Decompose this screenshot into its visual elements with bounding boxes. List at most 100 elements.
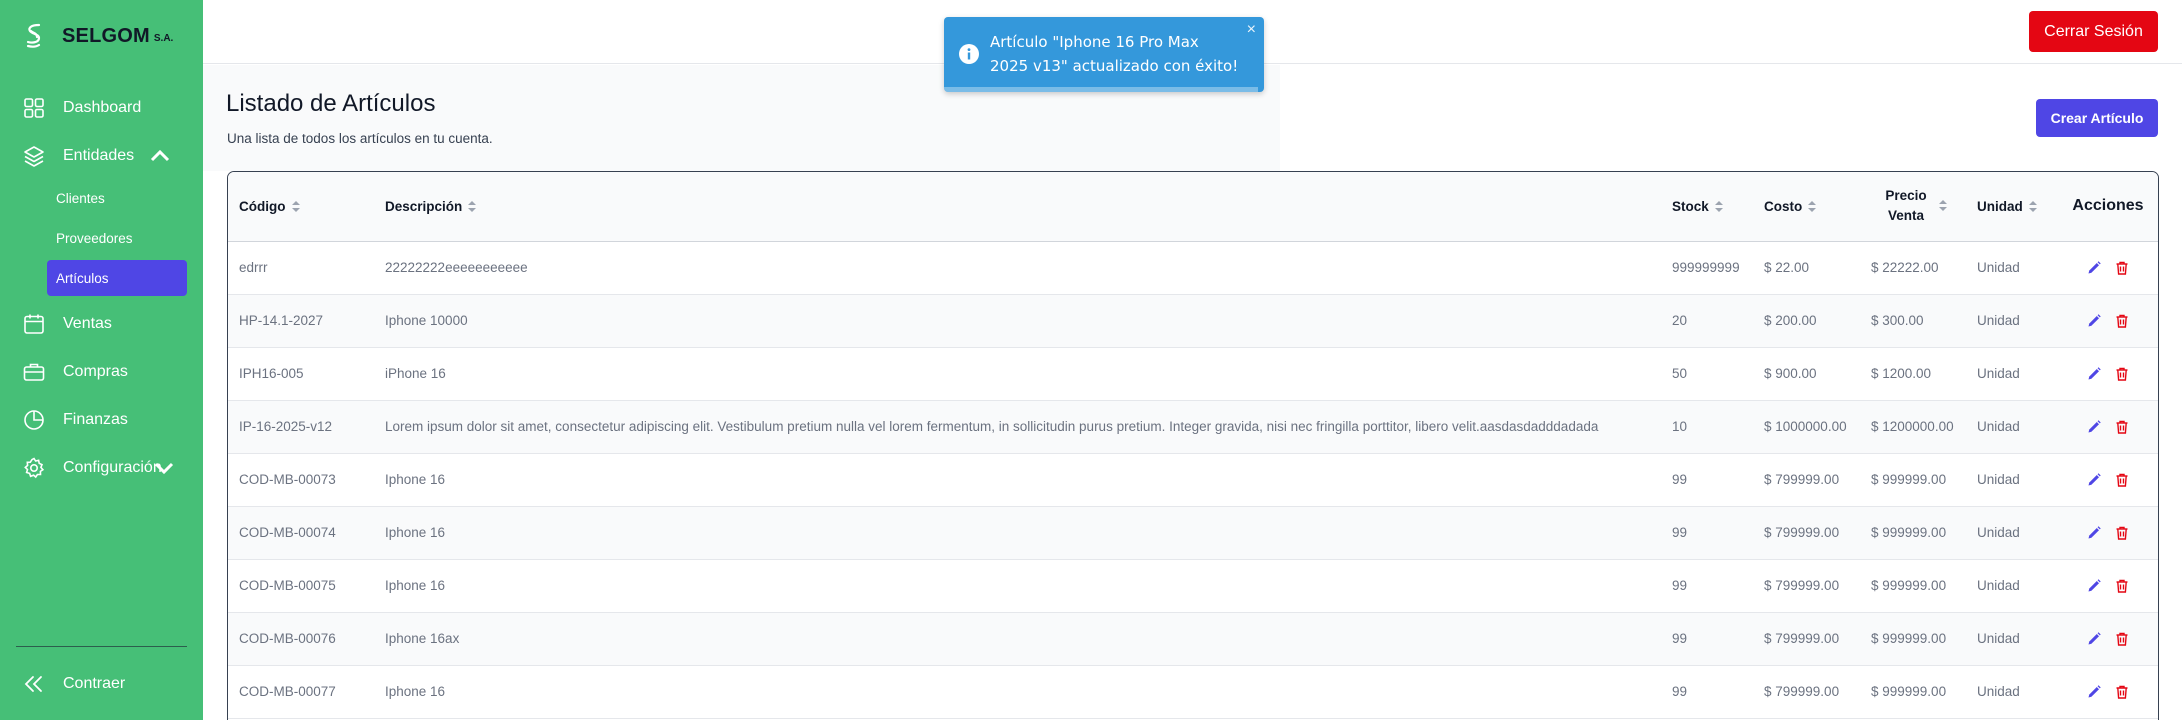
trash-icon[interactable]	[2114, 366, 2130, 382]
cell-acciones	[2056, 294, 2158, 347]
table-row: COD-MB-00073 Iphone 16 99 $ 799999.00 $ 9999…	[228, 453, 2158, 506]
toast-close-button[interactable]: ×	[1247, 21, 1256, 39]
column-header-unidad[interactable]: Unidad	[1966, 172, 2056, 241]
cell-precio-venta: $ 1200.00	[1871, 366, 1932, 381]
sort-icon[interactable]	[1808, 200, 1817, 214]
briefcase-icon	[23, 363, 45, 381]
table-row: COD-MB-00076 Iphone 16ax 99 $ 799999.00 $ 99…	[228, 612, 2158, 665]
edit-icon[interactable]	[2086, 578, 2102, 594]
create-article-button[interactable]: Crear Artículo	[2036, 99, 2158, 137]
trash-icon[interactable]	[2114, 525, 2130, 541]
trash-icon[interactable]	[2114, 419, 2130, 435]
table-header-row: Código Descripción Stock Costo Precio Ve…	[228, 172, 2158, 241]
column-header-label: Stock	[1672, 198, 1709, 214]
column-header-precio-venta[interactable]: Precio Venta	[1860, 172, 1966, 241]
cell-precio-venta: $ 999999.00	[1871, 472, 1947, 487]
cell-costo: $ 799999.00	[1764, 472, 1840, 487]
sidebar-item-finanzas[interactable]: Finanzas	[22, 403, 192, 437]
sidebar-item-compras[interactable]: Compras	[22, 355, 192, 389]
cell-stock: 10	[1672, 419, 1688, 434]
cell-descripcion: Iphone 16	[385, 684, 446, 699]
cell-costo: $ 799999.00	[1764, 631, 1840, 646]
column-header-costo[interactable]: Costo	[1753, 172, 1860, 241]
sidebar-item-configuracion[interactable]: Configuración	[22, 451, 192, 485]
column-header-descripcion[interactable]: Descripción	[374, 172, 1661, 241]
cell-costo: $ 900.00	[1764, 366, 1817, 381]
cell-precio-venta: $ 999999.00	[1871, 525, 1947, 540]
cell-acciones	[2056, 347, 2158, 400]
sort-icon[interactable]	[291, 200, 300, 214]
sidebar-item-label: Entidades	[63, 147, 135, 164]
cell-descripcion: iPhone 16	[385, 366, 446, 381]
trash-icon[interactable]	[2114, 578, 2130, 594]
trash-icon[interactable]	[2114, 684, 2130, 700]
trash-icon[interactable]	[2114, 260, 2130, 276]
sidebar-item-entidades[interactable]: Entidades	[22, 139, 192, 173]
cell-acciones	[2056, 453, 2158, 506]
cell-unidad: Unidad	[1977, 260, 2020, 275]
sidebar: SELGOM S.A. Dashboard Entidades Clientes…	[0, 0, 203, 720]
articles-table: Código Descripción Stock Costo Precio Ve…	[227, 171, 2159, 720]
sidebar-item-ventas[interactable]: Ventas	[22, 307, 192, 341]
sort-icon[interactable]	[2028, 200, 2037, 214]
column-header-label: Precio Venta	[1885, 188, 1927, 224]
chevron-up-icon	[150, 149, 170, 162]
column-header-label: Costo	[1764, 198, 1803, 214]
sidebar-subitem-proveedores[interactable]: Proveedores	[47, 220, 187, 256]
column-header-stock[interactable]: Stock	[1661, 172, 1753, 241]
chevrons-left-icon	[24, 676, 42, 692]
page-title: Listado de Artículos	[226, 90, 436, 117]
trash-icon[interactable]	[2114, 313, 2130, 329]
collapse-sidebar-button[interactable]: Contraer	[22, 667, 192, 701]
gear-icon	[24, 457, 45, 479]
cell-precio-venta: $ 999999.00	[1871, 578, 1947, 593]
table-row: COD-MB-00077 Iphone 16 99 $ 799999.00 $ 9999…	[228, 665, 2158, 718]
collapse-label: Contraer	[63, 675, 126, 692]
cell-descripcion: Lorem ipsum dolor sit amet, consectetur …	[385, 419, 1599, 434]
toast-notification: Artículo "Iphone 16 Pro Max 2025 v13" ac…	[944, 17, 1264, 92]
cell-costo: $ 1000000.00	[1764, 419, 1847, 434]
sort-icon[interactable]	[468, 200, 477, 214]
cell-acciones	[2056, 559, 2158, 612]
layers-icon	[24, 146, 44, 167]
edit-icon[interactable]	[2086, 525, 2102, 541]
edit-icon[interactable]	[2086, 313, 2102, 329]
table-row: IPH16-005 iPhone 16 50 $ 900.00 $ 1200.00 Uni…	[228, 347, 2158, 400]
cell-unidad: Unidad	[1977, 525, 2020, 540]
cell-acciones	[2056, 241, 2158, 294]
sidebar-subitem-clientes[interactable]: Clientes	[47, 180, 187, 216]
table-row: edrrr 22222222eeeeeeeeeee 999999999 $ 22.00…	[228, 241, 2158, 294]
edit-icon[interactable]	[2086, 260, 2102, 276]
cell-stock: 99	[1672, 684, 1688, 699]
column-header-acciones: Acciones	[2072, 197, 2144, 215]
cell-stock: 99	[1672, 472, 1688, 487]
cell-codigo: COD-MB-00077	[239, 684, 336, 699]
cell-codigo: HP-14.1-2027	[239, 313, 324, 328]
sidebar-item-dashboard[interactable]: Dashboard	[22, 91, 192, 125]
edit-icon[interactable]	[2086, 472, 2102, 488]
cell-precio-venta: $ 999999.00	[1871, 631, 1947, 646]
sidebar-item-label: Configuración	[63, 459, 162, 476]
cell-stock: 20	[1672, 313, 1688, 328]
cell-codigo: edrrr	[239, 260, 268, 275]
cell-costo: $ 799999.00	[1764, 578, 1840, 593]
column-header-codigo[interactable]: Código	[228, 172, 374, 241]
cell-costo: $ 200.00	[1764, 313, 1817, 328]
edit-icon[interactable]	[2086, 419, 2102, 435]
brand-suffix: S.A.	[153, 33, 174, 44]
table-row: COD-MB-00074 Iphone 16 99 $ 799999.00 $ 9999…	[228, 506, 2158, 559]
cell-costo: $ 22.00	[1764, 260, 1810, 275]
brand-name: SELGOM	[62, 24, 150, 47]
brand[interactable]: SELGOM S.A.	[22, 20, 173, 52]
edit-icon[interactable]	[2086, 684, 2102, 700]
logout-button[interactable]: Cerrar Sesión	[2029, 11, 2158, 52]
sort-icon[interactable]	[1939, 199, 1947, 213]
sidebar-subitem-articulos[interactable]: Artículos	[47, 260, 187, 296]
trash-icon[interactable]	[2114, 472, 2130, 488]
edit-icon[interactable]	[2086, 366, 2102, 382]
cell-precio-venta: $ 22222.00	[1871, 260, 1939, 275]
trash-icon[interactable]	[2114, 631, 2130, 647]
edit-icon[interactable]	[2086, 631, 2102, 647]
sort-icon[interactable]	[1714, 200, 1723, 214]
cell-precio-venta: $ 1200000.00	[1871, 419, 1954, 434]
